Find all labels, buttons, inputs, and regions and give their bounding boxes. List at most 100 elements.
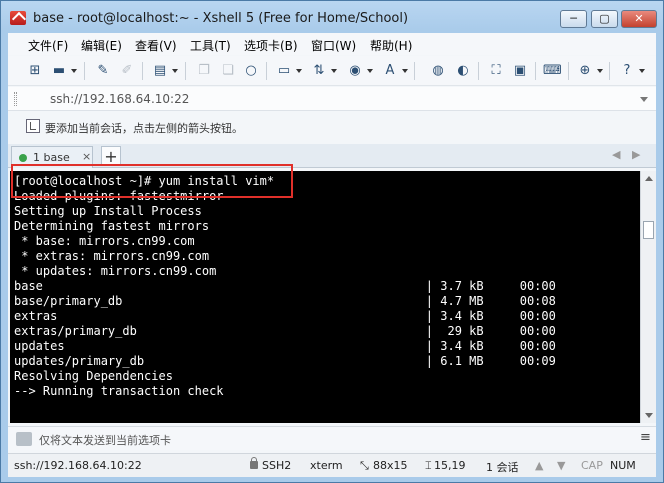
xshell-app-icon	[10, 11, 26, 25]
terminal-line: base | 3.7 kB 00:00	[14, 279, 556, 293]
close-button[interactable]: ✕	[621, 10, 657, 28]
terminal-line: * extras: mirrors.cn99.com	[14, 249, 210, 263]
resize-icon: ⤡	[360, 459, 369, 472]
terminal-line: base/primary_db | 4.7 MB 00:08	[14, 294, 556, 308]
open-folder-icon[interactable]: ▬	[50, 62, 68, 80]
toolbar-divider	[478, 62, 479, 80]
send-text-icon[interactable]	[16, 432, 32, 446]
address-dropdown-icon[interactable]	[640, 97, 648, 102]
new-session-icon[interactable]: ⊞	[26, 62, 44, 80]
toolbar-divider	[609, 62, 610, 80]
toolbar-divider	[84, 62, 85, 80]
minimize-button[interactable]: ─	[560, 10, 587, 28]
menu-view[interactable]: 查看(V)	[135, 37, 177, 54]
cursor-icon: ⌶	[425, 459, 432, 472]
terminal-line: Determining fastest mirrors	[14, 219, 210, 233]
compose-target-label[interactable]: 仅将文本发送到当前选项卡	[39, 432, 171, 448]
grip-handle	[14, 92, 17, 106]
hint-text: 要添加当前会话，点击左侧的箭头按钮。	[45, 122, 243, 135]
terminal-line: --> Running transaction check	[14, 384, 224, 398]
window-title: base - root@localhost:~ - Xshell 5 (Free…	[33, 11, 409, 26]
transfer-icon[interactable]: ⇅	[310, 62, 328, 80]
terminal-output[interactable]: [root@localhost ~]# yum install vim* Loa…	[10, 171, 640, 423]
keyboard-icon[interactable]: ⌨	[543, 62, 562, 80]
chevron-down-icon[interactable]	[367, 69, 373, 73]
toolbar: ⊞ ▬ ✎ ✐ ▤ ❐ ❏ ○ ▭ ⇅ ◉ A ◍ ◐ ⛶ ▣ ⌨ ⊕ ?	[8, 56, 656, 86]
menu-tab[interactable]: 选项卡(B)	[244, 37, 298, 54]
terminal-line: * base: mirrors.cn99.com	[14, 234, 195, 248]
status-protocol: SSH2	[262, 459, 292, 472]
menu-edit[interactable]: 编辑(E)	[81, 37, 122, 54]
chevron-down-icon[interactable]	[296, 69, 302, 73]
paste-icon[interactable]: ❏	[219, 62, 237, 80]
menu-help[interactable]: 帮助(H)	[370, 37, 412, 54]
terminal-line: updates/primary_db | 6.1 MB 00:09	[14, 354, 556, 368]
toolbar-divider	[266, 62, 267, 80]
chevron-down-icon[interactable]	[71, 69, 77, 73]
menu-file[interactable]: 文件(F)	[28, 37, 68, 54]
chevron-down-icon[interactable]	[597, 69, 603, 73]
help-icon[interactable]: ?	[618, 62, 636, 80]
terminal-line: updates | 3.4 kB 00:00	[14, 339, 556, 353]
status-size: 88x15	[373, 459, 408, 472]
num-indicator: NUM	[610, 459, 636, 472]
print-icon[interactable]: ▭	[275, 62, 293, 80]
menu-bar: 文件(F) 编辑(E) 查看(V) 工具(T) 选项卡(B) 窗口(W) 帮助(…	[8, 33, 656, 55]
chevron-down-icon[interactable]	[331, 69, 337, 73]
disconnect-icon[interactable]: ✐	[118, 62, 136, 80]
menu-tools[interactable]: 工具(T)	[190, 37, 231, 54]
xshell-window: base - root@localhost:~ - Xshell 5 (Free…	[0, 0, 664, 483]
scroll-thumb[interactable]	[643, 221, 654, 239]
new-tab-button[interactable]: +	[101, 146, 121, 166]
status-bar: ssh://192.168.64.10:22 SSH2 xterm ⤡ 88x1…	[8, 453, 656, 477]
status-address: ssh://192.168.64.10:22	[14, 459, 142, 472]
toolbar-divider	[414, 62, 415, 80]
title-bar[interactable]: base - root@localhost:~ - Xshell 5 (Free…	[1, 1, 663, 33]
toolbar-divider	[185, 62, 186, 80]
fullscreen-icon[interactable]: ⛶	[487, 62, 505, 80]
tab-label: 1 base	[33, 151, 70, 164]
terminal-line: Resolving Dependencies	[14, 369, 173, 383]
compose-bar[interactable]: 仅将文本发送到当前选项卡 ≡	[8, 426, 656, 450]
chevron-down-icon[interactable]	[172, 69, 178, 73]
toolbar-divider	[142, 62, 143, 80]
session-hint-bar: 要添加当前会话，点击左侧的箭头按钮。	[8, 114, 656, 138]
chevron-down-icon[interactable]	[639, 69, 645, 73]
globe-icon[interactable]: ◉	[346, 62, 364, 80]
add-icon[interactable]: ⊕	[576, 62, 594, 80]
script-icon[interactable]: ◐	[454, 62, 472, 80]
lock-icon	[250, 457, 258, 469]
find-icon[interactable]: ○	[242, 62, 260, 80]
maximize-button[interactable]: ▢	[591, 10, 618, 28]
add-session-arrow-icon[interactable]	[26, 119, 40, 133]
tab-next-icon[interactable]: ▶	[632, 148, 640, 161]
menu-icon[interactable]: ≡	[640, 430, 651, 445]
terminal-line: * updates: mirrors.cn99.com	[14, 264, 217, 278]
scroll-down-icon[interactable]	[645, 413, 653, 418]
lock-icon[interactable]: ▣	[511, 62, 529, 80]
toolbar-divider	[535, 62, 536, 80]
terminal-line: Setting up Install Process	[14, 204, 202, 218]
tab-close-icon[interactable]: ×	[82, 150, 91, 163]
font-icon[interactable]: A	[381, 62, 399, 80]
address-input[interactable]: ssh://192.168.64.10:22	[50, 92, 189, 106]
status-sessions: 1 会话	[486, 461, 519, 474]
tab-prev-icon[interactable]: ◀	[612, 148, 620, 161]
terminal-scrollbar[interactable]	[640, 171, 656, 423]
scroll-up-icon[interactable]	[645, 176, 653, 181]
address-bar[interactable]: ssh://192.168.64.10:22	[8, 87, 656, 111]
arrow-down-icon: ▼	[557, 459, 566, 472]
xftp-icon[interactable]: ◍	[429, 62, 447, 80]
arrow-up-icon: ▲	[535, 459, 544, 472]
terminal-line: extras/primary_db | 29 kB 00:00	[14, 324, 556, 338]
chevron-down-icon[interactable]	[402, 69, 408, 73]
properties-icon[interactable]: ▤	[151, 62, 169, 80]
status-cursor: 15,19	[434, 459, 466, 472]
reconnect-icon[interactable]: ✎	[94, 62, 112, 80]
toolbar-divider	[568, 62, 569, 80]
status-terminal-type: xterm	[310, 459, 343, 472]
menu-window[interactable]: 窗口(W)	[311, 37, 356, 54]
connected-status-icon	[19, 154, 27, 162]
copy-icon[interactable]: ❐	[195, 62, 213, 80]
command-highlight-box	[11, 164, 293, 198]
